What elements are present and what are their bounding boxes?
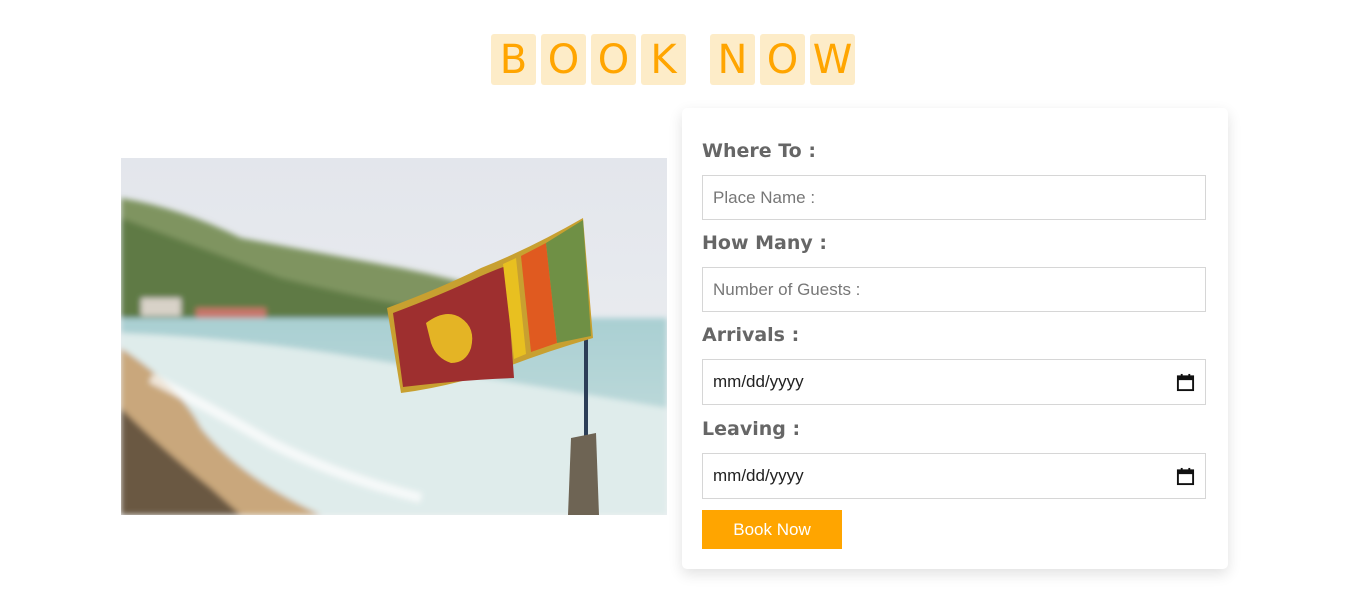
arrivals-date-value: mm/dd/yyyy [713, 372, 804, 391]
calendar-icon[interactable] [1176, 467, 1195, 486]
where-to-label: Where To : [702, 140, 816, 162]
booking-form: Where To : How Many : Arrivals : mm/dd/y… [682, 108, 1228, 569]
heading-letter: O [541, 34, 586, 85]
guests-input[interactable] [702, 267, 1206, 312]
book-now-button[interactable]: Book Now [702, 510, 842, 549]
beach-flag-illustration [121, 158, 667, 515]
leaving-date-input[interactable]: mm/dd/yyyy [702, 453, 1206, 499]
arrivals-label: Arrivals : [702, 324, 800, 346]
place-name-input[interactable] [702, 175, 1206, 220]
section-heading: B O O K N O W [0, 34, 1346, 85]
how-many-label: How Many : [702, 232, 827, 254]
heading-letter: O [760, 34, 805, 85]
arrivals-date-input[interactable]: mm/dd/yyyy [702, 359, 1206, 405]
heading-letter: N [710, 34, 755, 85]
calendar-icon[interactable] [1176, 373, 1195, 392]
heading-word-gap [691, 34, 705, 85]
leaving-label: Leaving : [702, 418, 801, 440]
leaving-date-value: mm/dd/yyyy [713, 466, 804, 485]
booking-image [121, 158, 667, 515]
heading-letter: K [641, 34, 686, 85]
heading-letter: O [591, 34, 636, 85]
heading-letter: W [810, 34, 855, 85]
heading-letter: B [491, 34, 536, 85]
